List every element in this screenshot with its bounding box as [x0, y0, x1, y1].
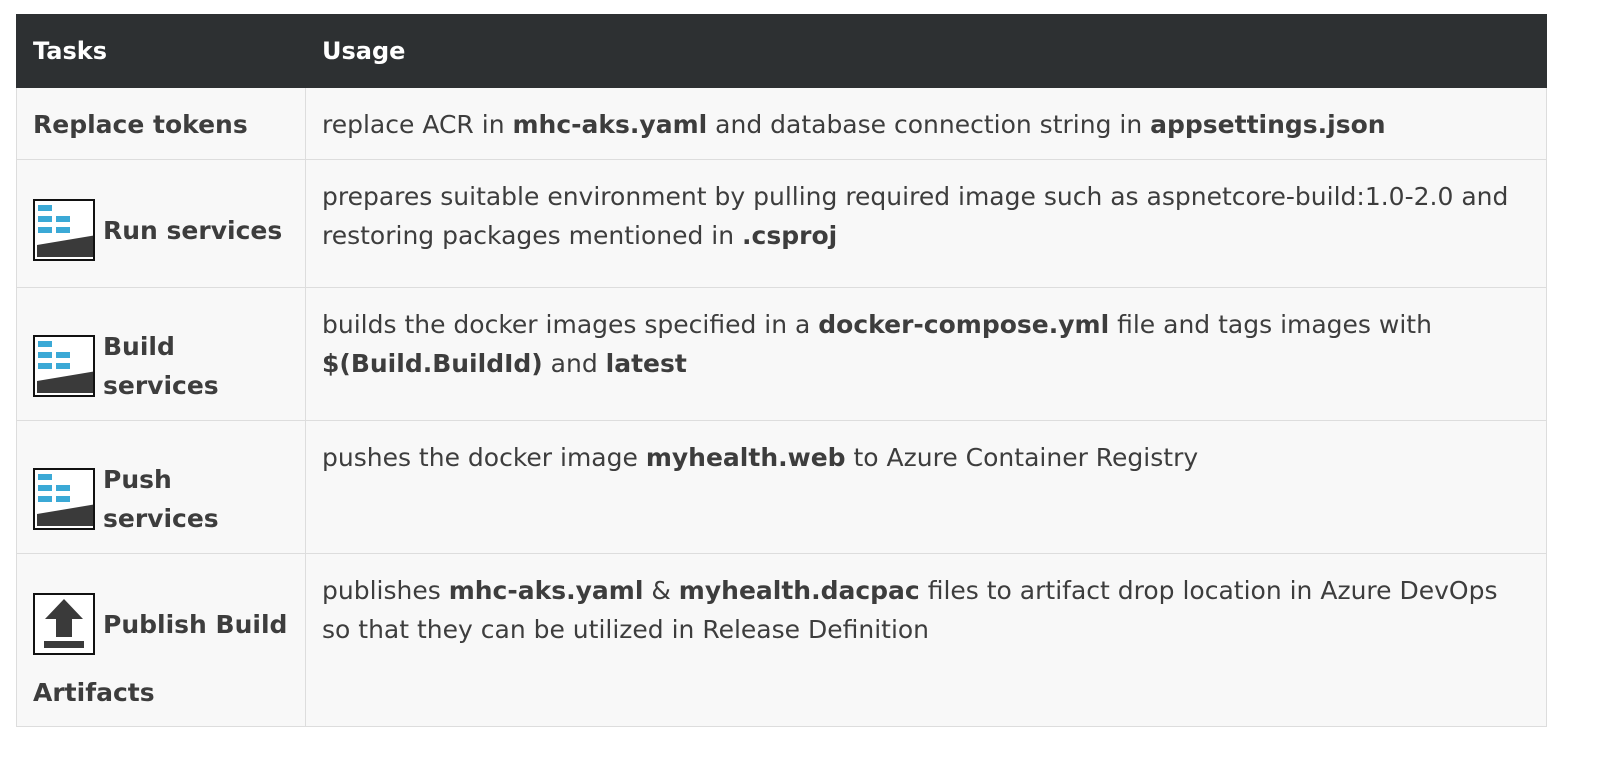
task-cell: Build services — [16, 287, 306, 421]
usage-cell: publishes mhc-aks.yaml & myhealth.dacpac… — [305, 553, 1547, 727]
usage-bold-term: mhc-aks.yaml — [512, 110, 708, 139]
task-cell: Push services — [16, 420, 306, 554]
usage-text-run: publishes — [322, 576, 449, 605]
task-name: Run services — [103, 215, 283, 245]
usage-text-run: replace ACR in — [322, 110, 513, 139]
usage-bold-term: $(Build.BuildId) — [322, 349, 543, 378]
usage-text-run: builds the docker images specified in a — [322, 310, 819, 339]
docker-compose-icon — [33, 199, 95, 261]
usage-text-run: & — [643, 576, 679, 605]
task-name: Publish Build — [103, 609, 288, 639]
task-name: Build services — [103, 332, 219, 400]
task-cell: Publish Build Artifacts — [16, 553, 306, 727]
table-row: Publish Build Artifacts publishes mhc-ak… — [16, 553, 1547, 727]
usage-bold-term: mhc-aks.yaml — [448, 576, 644, 605]
usage-text-run: and — [542, 349, 606, 378]
task-cell: Replace tokens — [16, 87, 306, 160]
task-name: Replace tokens — [33, 110, 248, 139]
header-tasks: Tasks — [16, 14, 306, 88]
usage-text-run: pushes the docker image — [322, 443, 646, 472]
usage-text: builds the docker images specified in a … — [322, 310, 1432, 378]
task-cell: Run services — [16, 159, 306, 288]
usage-text: publishes mhc-aks.yaml & myhealth.dacpac… — [322, 576, 1497, 644]
task-name: Push services — [103, 465, 219, 533]
usage-bold-term: .csproj — [742, 221, 838, 250]
usage-bold-term: myhealth.dacpac — [678, 576, 920, 605]
header-usage: Usage — [305, 14, 1547, 88]
usage-text-run: prepares suitable environment by pulling… — [322, 182, 1509, 250]
tasks-table: Tasks Usage Replace tokens replace ACR i… — [16, 14, 1547, 727]
usage-bold-term: latest — [605, 349, 687, 378]
docker-compose-icon — [33, 468, 95, 530]
docker-compose-icon — [33, 335, 95, 397]
table-row: Run services prepares suitable environme… — [16, 159, 1547, 288]
usage-cell: pushes the docker image myhealth.web to … — [305, 420, 1547, 554]
upload-arrow-icon — [33, 593, 95, 655]
usage-bold-term: myhealth.web — [645, 443, 846, 472]
usage-cell: prepares suitable environment by pulling… — [305, 159, 1547, 288]
table-row: Build services builds the docker images … — [16, 287, 1547, 421]
usage-text-run: to Azure Container Registry — [845, 443, 1199, 472]
usage-text-run: file and tags images with — [1109, 310, 1432, 339]
usage-text: prepares suitable environment by pulling… — [322, 182, 1508, 250]
usage-cell: builds the docker images specified in a … — [305, 287, 1547, 421]
usage-bold-term: docker-compose.yml — [818, 310, 1110, 339]
task-name-continuation: Artifacts — [33, 678, 155, 707]
tasks-table-container: Tasks Usage Replace tokens replace ACR i… — [16, 14, 1547, 727]
usage-bold-term: appsettings.json — [1150, 110, 1386, 139]
table-row: Replace tokens replace ACR in mhc-aks.ya… — [16, 87, 1547, 160]
table-row: Push services pushes the docker image my… — [16, 420, 1547, 554]
usage-text-run: and database connection string in — [707, 110, 1151, 139]
usage-text: pushes the docker image myhealth.web to … — [322, 443, 1198, 472]
table-header-row: Tasks Usage — [16, 14, 1547, 88]
usage-cell: replace ACR in mhc-aks.yaml and database… — [305, 87, 1547, 160]
usage-text: replace ACR in mhc-aks.yaml and database… — [322, 110, 1386, 139]
